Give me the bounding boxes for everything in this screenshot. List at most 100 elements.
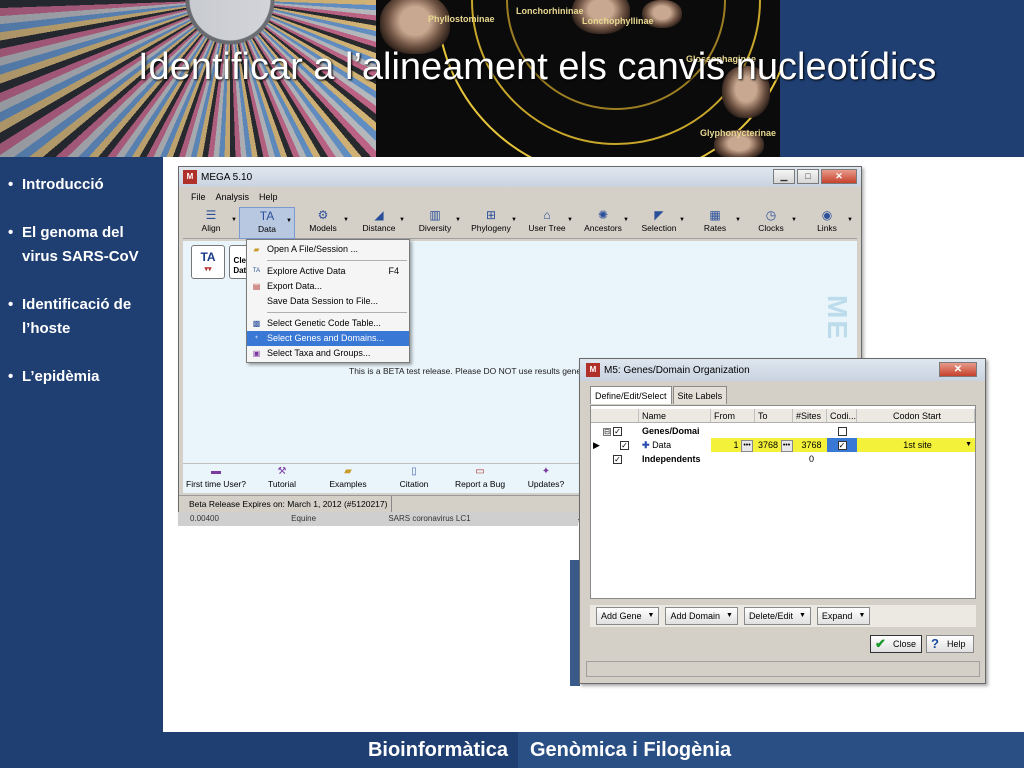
minimize-button[interactable]: ▁: [773, 169, 795, 184]
close-button[interactable]: ✔ Close: [870, 635, 922, 653]
column-header-sites: #Sites: [793, 409, 827, 422]
column-header-coding: Codi...: [827, 409, 857, 422]
explore-data-big-button[interactable]: TA ▾▾: [191, 245, 225, 279]
row-checkbox[interactable]: ✓: [613, 455, 622, 465]
row-name: Independents: [642, 454, 701, 464]
dialog-footer: ✔ Close ? Help: [590, 633, 976, 657]
menu-item-save-session[interactable]: Save Data Session to File...: [247, 294, 409, 309]
chevron-down-icon: ▼: [965, 441, 972, 448]
ta-sub-icon: ▾▾: [204, 266, 212, 273]
sidebar-item-label: El genoma del virus SARS-CoV: [22, 224, 139, 265]
sites-value: 0: [808, 454, 814, 464]
open-folder-icon: ▰: [253, 245, 260, 254]
toolbar-clocks-button[interactable]: ◷ Clocks ▼: [743, 207, 799, 239]
help-button[interactable]: ? Help: [926, 635, 974, 653]
clade-label: Glyphonycterinae: [700, 128, 777, 138]
table-row[interactable]: ⊟ ✓ Genes/Domai: [591, 424, 975, 438]
grid-header: Name From To #Sites Codi... Codon Start: [591, 409, 975, 423]
tab-define-edit-select[interactable]: Define/Edit/Select: [590, 386, 672, 404]
dialog-statusbar: [586, 661, 980, 677]
menu-item-genetic-code[interactable]: ▩ Select Genetic Code Table...: [247, 316, 409, 331]
to-value: 3768: [758, 440, 779, 450]
toolbar-distance-button[interactable]: ◢ Distance ▼: [351, 207, 407, 239]
toolbar-selection-button[interactable]: ◤ Selection ▼: [631, 207, 687, 239]
coding-checkbox[interactable]: [837, 427, 847, 437]
add-gene-button[interactable]: Add Gene ▼: [596, 607, 660, 625]
table-row[interactable]: ✓ Independents 0: [591, 452, 975, 466]
dropdown-arrow-icon: ▼: [679, 217, 685, 223]
dropdown-arrow-icon: ▼: [399, 217, 405, 223]
data-node-icon: ✚: [642, 440, 650, 450]
ellipsis-button[interactable]: •••: [741, 439, 753, 452]
mega-app-icon: M: [586, 363, 600, 377]
add-domain-button[interactable]: Add Domain ▼: [665, 607, 738, 625]
table-row[interactable]: ▶ ✓ ✚ Data 1 ••• 3768 ••• 3768 ✓ 1st site…: [591, 438, 975, 452]
menu-item-genes-domains[interactable]: ⁺ Select Genes and Domains...: [247, 331, 409, 346]
codon-start-select[interactable]: 1st site ▼: [857, 438, 975, 452]
sidebar-item-genoma[interactable]: • El genoma del virus SARS-CoV: [0, 221, 163, 269]
sidebar-item-label: Identificació de l’hoste: [22, 296, 132, 337]
first-time-user-button[interactable]: ▬ First time User?: [183, 464, 249, 494]
menu-analysis[interactable]: Analysis: [216, 189, 250, 205]
help-icon: ?: [931, 636, 939, 651]
menu-item-explore-active-data[interactable]: TA Explore Active Data F4: [247, 264, 409, 279]
toolbar-ancestors-button[interactable]: ✺ Ancestors ▼: [575, 207, 631, 239]
menu-item-export-data[interactable]: ▤ Export Data...: [247, 279, 409, 294]
sidebar-item-introduccio[interactable]: • Introducció: [0, 173, 163, 197]
mega-menubar: File Analysis Help: [179, 189, 861, 205]
report-bug-button[interactable]: ▭ Report a Bug: [447, 464, 513, 494]
slide-banner: Phyllostominae Lonchorhininae Lonchophyl…: [0, 0, 1024, 157]
row-name: Genes/Domai: [642, 426, 700, 436]
coding-checkbox[interactable]: ✓: [837, 441, 847, 451]
clade-label: Lonchophyllinae: [582, 16, 654, 26]
menu-file[interactable]: File: [191, 189, 206, 205]
status-text: Beta Release Expires on: March 1, 2012 (…: [189, 496, 393, 512]
mega-titlebar[interactable]: M MEGA 5.10 ▁ □ ✕: [179, 167, 861, 187]
tutorial-icon: ⚒: [277, 466, 287, 477]
examples-button[interactable]: ▰ Examples: [315, 464, 381, 494]
export-data-icon: ▤: [252, 282, 261, 291]
updates-button[interactable]: ✦ Updates?: [513, 464, 579, 494]
row-checkbox[interactable]: ✓: [619, 441, 629, 451]
close-window-button[interactable]: ✕: [821, 169, 857, 184]
maximize-button[interactable]: □: [797, 169, 819, 184]
dialog-titlebar[interactable]: M M5: Genes/Domain Organization ✕: [580, 359, 985, 381]
tab-site-labels[interactable]: Site Labels: [672, 386, 728, 404]
ellipsis-button[interactable]: •••: [780, 439, 793, 452]
bug-report-icon: ▭: [475, 466, 485, 477]
row-pointer-icon: ▶: [593, 440, 600, 450]
menu-item-taxa-groups[interactable]: ▣ Select Taxa and Groups...: [247, 346, 409, 361]
toolbar-user-tree-button[interactable]: ⌂ User Tree ▼: [519, 207, 575, 239]
menu-item-open-file[interactable]: ▰ Open A File/Session ...: [247, 242, 409, 257]
toolbar-rates-button[interactable]: ▦ Rates ▼: [687, 207, 743, 239]
expand-button[interactable]: Expand ▼: [816, 607, 871, 625]
sidebar-item-label: Introducció: [22, 176, 104, 193]
dropdown-arrow-icon: ▼: [343, 217, 349, 223]
footer-course: Bioinformàtica: [367, 739, 508, 761]
checkmark-icon: ✔: [875, 636, 886, 651]
row-checkbox[interactable]: ✓: [613, 427, 622, 437]
tutorial-button[interactable]: ⚒ Tutorial: [249, 464, 315, 494]
taxa-groups-icon: ▣: [252, 349, 261, 358]
chevron-down-icon: ▼: [798, 612, 806, 619]
toolbar-phylogeny-button[interactable]: ⊞ Phylogeny ▼: [463, 207, 519, 239]
menu-help[interactable]: Help: [259, 189, 278, 205]
slide-sidebar: • Introducció • El genoma del virus SARS…: [0, 157, 163, 732]
sidebar-item-label: L’epidèmia: [22, 368, 100, 385]
shortcut-key: F4: [388, 266, 399, 276]
delete-edit-button[interactable]: Delete/Edit ▼: [743, 607, 811, 625]
mega-window-title: MEGA 5.10: [201, 171, 253, 183]
sidebar-item-epidemia[interactable]: • L’epidèmia: [0, 365, 163, 389]
sites-value: 3768: [793, 438, 827, 452]
toolbar-data-button[interactable]: TA Data ▼: [239, 207, 295, 239]
toolbar-links-button[interactable]: ◉ Links ▼: [799, 207, 855, 239]
toolbar-models-button[interactable]: ⚙ Models ▼: [295, 207, 351, 239]
sidebar-item-hoste[interactable]: • Identificació de l’hoste: [0, 293, 163, 341]
dialog-close-icon[interactable]: ✕: [939, 362, 977, 377]
toolbar-align-button[interactable]: ☰ Align ▼: [183, 207, 239, 239]
citation-button[interactable]: ▯ Citation: [381, 464, 447, 494]
first-time-user-icon: ▬: [211, 466, 221, 477]
menu-separator: [267, 260, 407, 261]
toolbar-diversity-button[interactable]: ▥ Diversity ▼: [407, 207, 463, 239]
tree-collapse-icon[interactable]: ⊟: [603, 427, 611, 436]
